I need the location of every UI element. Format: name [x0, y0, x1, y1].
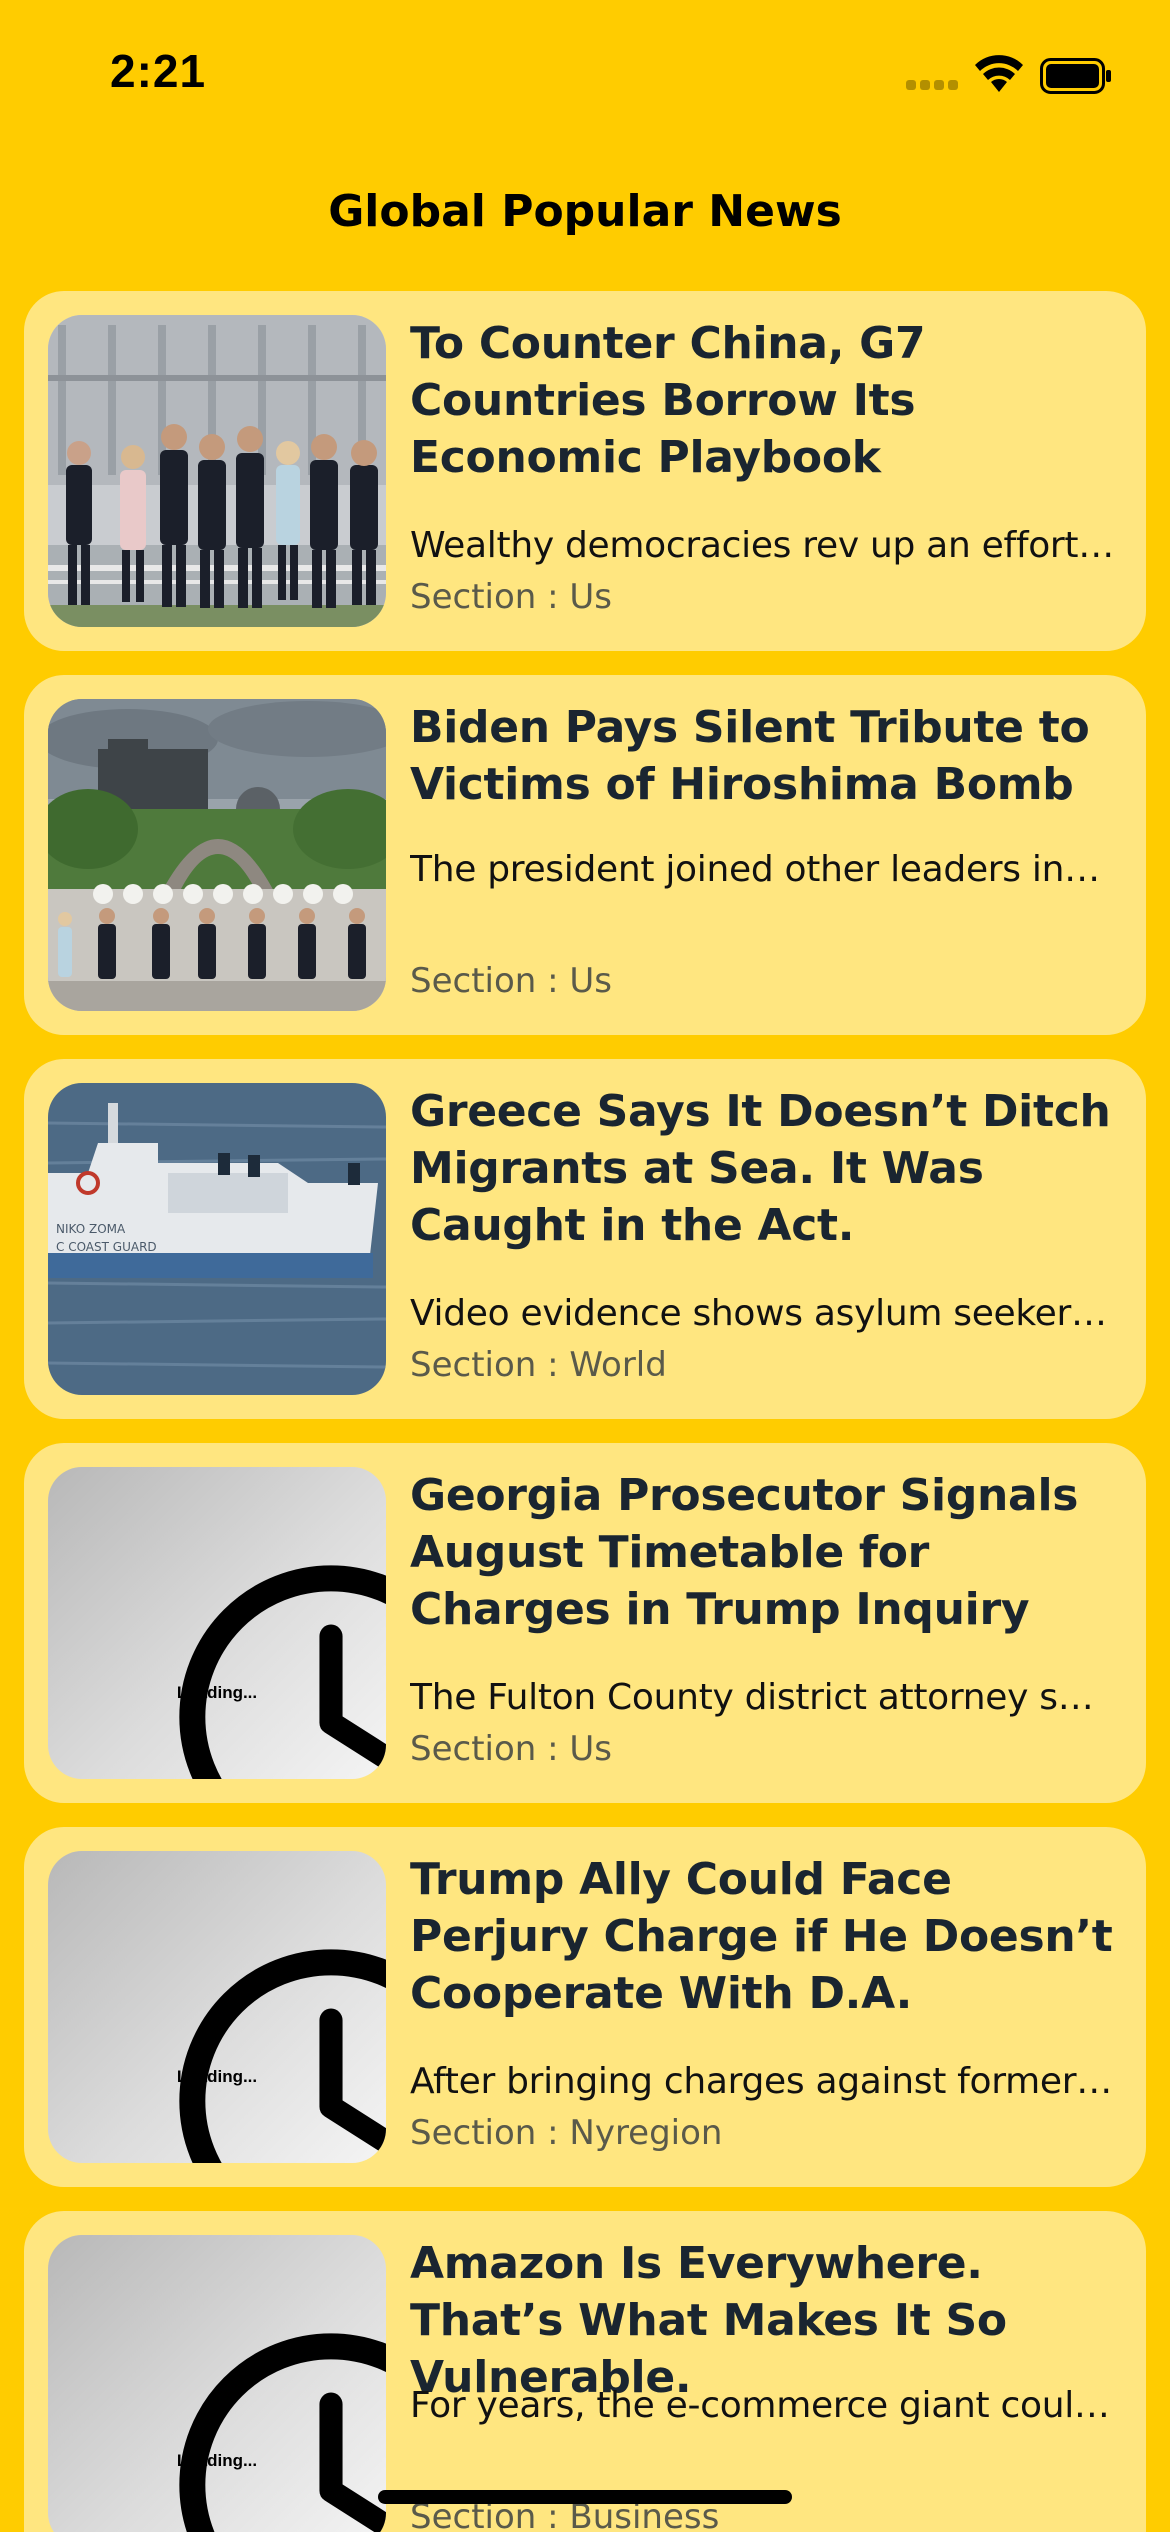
article-section: Section : Nyregion — [410, 2113, 723, 2153]
article-abstract: After bringing charges against former… — [410, 2061, 1112, 2102]
article-section: Section : Us — [410, 577, 612, 617]
article-abstract: For years, the e-commerce giant coul… — [410, 2385, 1110, 2426]
article-text: Greece Says It Doesn’t Ditch Migrants at… — [410, 1083, 1128, 1395]
article-abstract: The Fulton County district attorney s… — [410, 1677, 1094, 1718]
article-thumbnail: NIKO ZOMA C COAST GUARD — [48, 1083, 386, 1395]
screen: 2:21 Global Popular News To Counter Chin… — [0, 0, 1170, 2532]
news-card[interactable]: Loading... Georgia Prosecutor Signals Au… — [24, 1443, 1146, 1803]
article-headline: Greece Says It Doesn’t Ditch Migrants at… — [410, 1086, 1111, 1251]
article-abstract: The president joined other leaders in… — [410, 849, 1100, 890]
news-card[interactable]: NIKO ZOMA C COAST GUARD Greece Says It D… — [24, 1059, 1146, 1419]
loading-label: Loading... — [176, 1683, 258, 1702]
article-headline: Georgia Prosecutor Signals August Timeta… — [410, 1470, 1079, 1635]
article-headline: To Counter China, G7 Countries Borrow It… — [410, 318, 926, 483]
article-thumbnail — [48, 315, 386, 627]
home-indicator[interactable] — [378, 2490, 792, 2504]
article-headline: Biden Pays Silent Tribute to Victims of … — [410, 702, 1090, 810]
news-card[interactable]: Loading... Amazon Is Everywhere. That’s … — [24, 2211, 1146, 2532]
news-card[interactable]: Biden Pays Silent Tribute to Victims of … — [24, 675, 1146, 1035]
article-section: Section : Us — [410, 961, 612, 1001]
clock-icon — [179, 1565, 386, 1779]
article-thumbnail — [48, 699, 386, 1011]
article-text: Trump Ally Could Face Perjury Charge if … — [410, 1851, 1128, 2163]
battery-icon — [1040, 58, 1111, 94]
article-headline: Amazon Is Everywhere. That’s What Makes … — [410, 2238, 1007, 2403]
news-card[interactable]: To Counter China, G7 Countries Borrow It… — [24, 291, 1146, 651]
article-text: Georgia Prosecutor Signals August Timeta… — [410, 1467, 1128, 1779]
loading-label: Loading... — [176, 2451, 258, 2470]
hiroshima-memorial-photo — [48, 699, 386, 1011]
article-section: Section : Us — [410, 1729, 612, 1769]
page-title: Global Popular News — [328, 186, 842, 237]
status-time: 2:21 — [110, 45, 207, 97]
article-text: Amazon Is Everywhere. That’s What Makes … — [410, 2235, 1128, 2532]
status-bar: 2:21 — [0, 0, 1170, 150]
svg-text:C COAST GUARD: C COAST GUARD — [56, 1240, 157, 1254]
article-thumbnail-loading: Loading... — [48, 1467, 386, 1779]
clock-icon — [179, 2333, 386, 2532]
clock-icon — [179, 1949, 386, 2163]
article-text: To Counter China, G7 Countries Borrow It… — [410, 315, 1128, 627]
article-text: Biden Pays Silent Tribute to Victims of … — [410, 699, 1128, 1011]
news-card[interactable]: Loading... Trump Ally Could Face Perjury… — [24, 1827, 1146, 2187]
wifi-icon — [975, 55, 1023, 92]
coast-guard-boat-photo: NIKO ZOMA C COAST GUARD — [48, 1083, 386, 1395]
svg-text:NIKO ZOMA: NIKO ZOMA — [56, 1222, 126, 1236]
article-section: Section : World — [410, 1345, 667, 1385]
article-abstract: Wealthy democracies rev up an effort… — [410, 525, 1114, 566]
article-headline: Trump Ally Could Face Perjury Charge if … — [410, 1854, 1113, 2019]
news-list[interactable]: To Counter China, G7 Countries Borrow It… — [24, 291, 1146, 2532]
loading-label: Loading... — [176, 2067, 258, 2086]
article-thumbnail-loading: Loading... — [48, 1851, 386, 2163]
article-thumbnail-loading: Loading... — [48, 2235, 386, 2532]
g7-leaders-photo — [48, 315, 386, 627]
cellular-signal-icon — [906, 80, 960, 92]
article-abstract: Video evidence shows asylum seeker… — [410, 1293, 1107, 1334]
